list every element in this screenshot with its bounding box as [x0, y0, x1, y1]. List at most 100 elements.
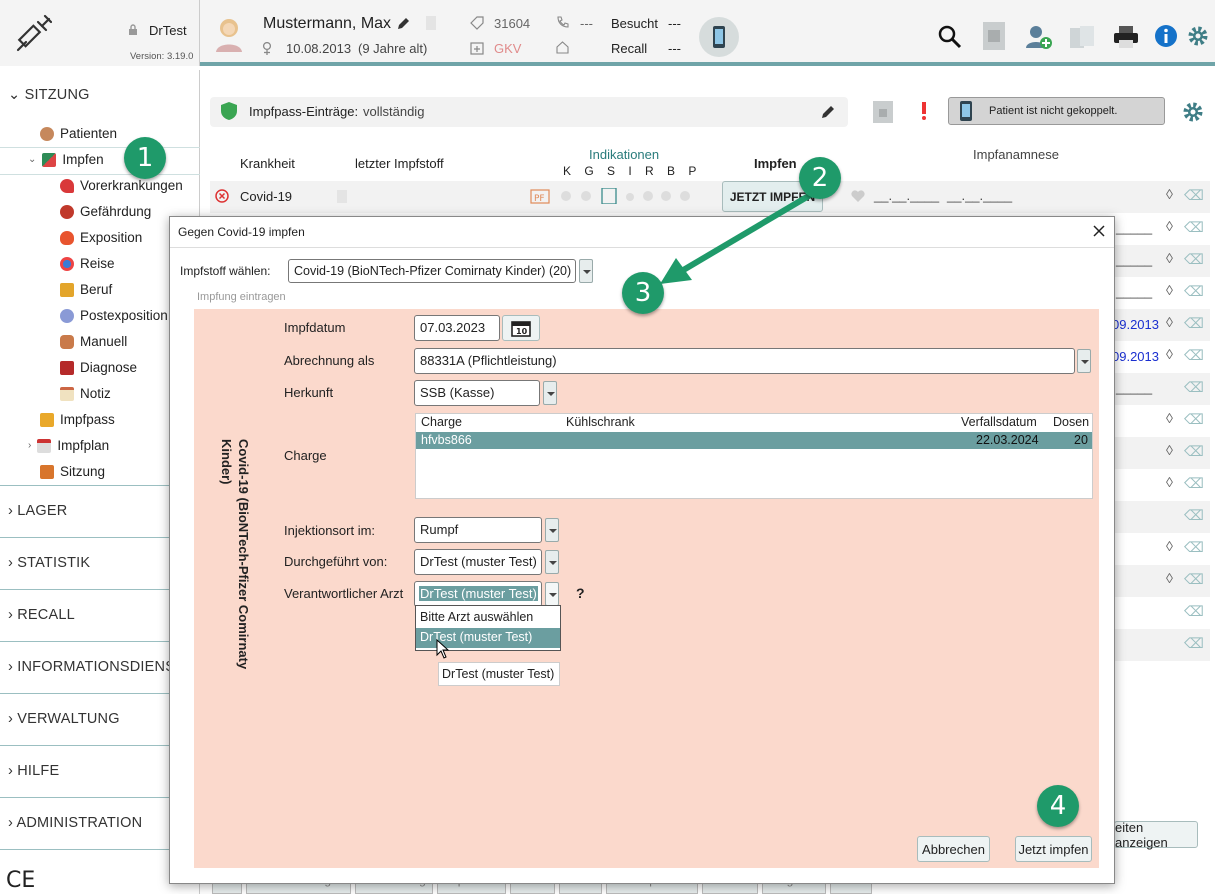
vaccination-form: Covid-19 (BioNTech-Pfizer Comirnaty Kind…: [194, 309, 1099, 868]
drop-icon[interactable]: ◊: [1166, 218, 1173, 234]
step-badge-4: 4: [1037, 785, 1079, 827]
clear-icon[interactable]: ⌫: [1184, 347, 1204, 364]
impfstoff-select[interactable]: Covid-19 (BioNTech-Pfizer Comirnaty Kind…: [288, 259, 576, 283]
drop-icon[interactable]: ◊: [1166, 250, 1173, 266]
drop-icon[interactable]: ◊: [1166, 282, 1173, 298]
mobile-device-button[interactable]: [699, 17, 739, 57]
lock-icon: [129, 24, 137, 35]
drop-icon[interactable]: ◊: [1166, 570, 1173, 586]
anamnese-date-1[interactable]: __.__.____: [874, 188, 939, 203]
drop-icon[interactable]: ◊: [1166, 442, 1173, 458]
sidebar-item-sitzung[interactable]: Sitzung: [40, 464, 105, 479]
col-impfanamnese: Impfanamnese: [973, 147, 1059, 162]
coupling-status-box[interactable]: Patient ist nicht gekoppelt.: [948, 97, 1165, 125]
search-icon[interactable]: [938, 25, 962, 49]
sidebar-item-patienten[interactable]: Patienten: [40, 126, 117, 141]
document-icon[interactable]: [873, 101, 893, 123]
clear-icon[interactable]: ⌫: [1184, 475, 1204, 492]
drop-icon[interactable]: ◊: [1166, 186, 1173, 202]
injektionsort-select[interactable]: Rumpf: [414, 517, 542, 543]
clear-icon[interactable]: ⌫: [1184, 379, 1204, 396]
impfstoff-dropdown-button[interactable]: [579, 259, 593, 283]
sidebar-item-manuell[interactable]: Manuell: [60, 334, 127, 349]
drop-icon[interactable]: ◊: [1166, 314, 1173, 330]
sidebar-item-impfpass[interactable]: Impfpass: [40, 412, 115, 427]
arzt-dropdown-button[interactable]: [545, 582, 559, 606]
hand-icon: [60, 334, 74, 349]
settings-icon[interactable]: [1181, 100, 1205, 124]
charge-cell: hfvbs866: [421, 433, 472, 447]
clear-icon[interactable]: ⌫: [1184, 507, 1204, 524]
sidebar-item-beruf[interactable]: Beruf: [60, 282, 112, 297]
charge-table-header: Charge Kühlschrank Verfallsdatum Dosen: [416, 414, 1092, 431]
clear-icon[interactable]: ⌫: [1184, 187, 1204, 204]
weitere-anzeigen-button[interactable]: eiten anzeigen: [1114, 820, 1198, 850]
impfpass-pf-icon[interactable]: PF: [530, 188, 550, 204]
edit-patient-icon[interactable]: [396, 17, 410, 31]
clear-icon[interactable]: ⌫: [1184, 411, 1204, 428]
sidebar-item-gefaehrdung[interactable]: Gefährdung: [60, 204, 151, 219]
clear-icon[interactable]: ⌫: [1184, 219, 1204, 236]
charge-label: Charge: [284, 448, 327, 463]
jetzt-impfen-confirm-button[interactable]: Jetzt impfen: [1015, 836, 1092, 862]
abrechnung-dropdown-button[interactable]: [1077, 349, 1091, 373]
drop-icon[interactable]: ◊: [1166, 410, 1173, 426]
sidebar-item-postexposition[interactable]: Postexposition: [60, 308, 168, 323]
sidebar-item-exposition[interactable]: Exposition: [60, 230, 142, 245]
shield-icon: [221, 102, 237, 120]
impfdatum-input[interactable]: 07.03.2023: [414, 315, 500, 341]
printer-icon[interactable]: [1114, 26, 1138, 48]
edit-impfpass-icon[interactable]: [820, 104, 836, 120]
clear-icon[interactable]: ⌫: [1184, 539, 1204, 556]
calendar-button[interactable]: 10: [502, 315, 540, 341]
help-mark[interactable]: ?: [576, 585, 585, 601]
heart-outline-icon[interactable]: [851, 190, 865, 202]
anamnese-date-value: 09.2013: [1112, 317, 1159, 332]
injektionsort-dropdown-button[interactable]: [545, 518, 559, 542]
sidebar-item-reise[interactable]: Reise: [60, 256, 115, 271]
table-row[interactable]: hfvbs866 22.03.2024 20: [416, 432, 1092, 449]
copy-icon[interactable]: [1068, 24, 1096, 50]
sidebar-item-impfplan[interactable]: › Impfplan: [28, 438, 109, 453]
document-icon[interactable]: [982, 21, 1006, 51]
drop-icon[interactable]: ◊: [1166, 474, 1173, 490]
anamnese-date-2[interactable]: __.__.____: [947, 188, 1012, 203]
sidebar-item-notiz[interactable]: Notiz: [60, 386, 111, 401]
dosen-header: Dosen: [1053, 415, 1090, 429]
remove-icon[interactable]: [215, 189, 229, 203]
globe-icon: [60, 256, 74, 271]
patient-age: (9 Jahre alt): [358, 41, 428, 56]
date-fragment: _____: [1116, 284, 1153, 299]
clear-icon[interactable]: ⌫: [1184, 315, 1204, 332]
abrechnung-select[interactable]: 88331A (Pflichtleistung): [414, 348, 1075, 374]
archive-icon[interactable]: [426, 16, 436, 30]
arzt-select[interactable]: DrTest (muster Test): [414, 581, 542, 607]
durchgefuehrt-select[interactable]: DrTest (muster Test): [414, 549, 542, 575]
avatar[interactable]: [213, 16, 245, 52]
close-icon[interactable]: [1093, 225, 1105, 237]
drop-icon[interactable]: ◊: [1166, 346, 1173, 362]
clear-icon[interactable]: ⌫: [1184, 283, 1204, 300]
abbrechen-button[interactable]: Abbrechen: [917, 836, 990, 862]
herkunft-dropdown-button[interactable]: [543, 381, 557, 405]
settings-icon[interactable]: [1186, 24, 1210, 48]
sidebar-item-vorerkrankungen[interactable]: Vorerkrankungen: [60, 178, 183, 193]
sidebar-item-diagnose[interactable]: Diagnose: [60, 360, 137, 375]
info-icon[interactable]: [1154, 24, 1178, 48]
syringe-logo-icon: [16, 14, 52, 52]
drop-icon[interactable]: ◊: [1166, 538, 1173, 554]
sidebar-item-impfen[interactable]: ⌄ Impfen: [28, 152, 104, 167]
clear-icon[interactable]: ⌫: [1184, 571, 1204, 588]
dropdown-option[interactable]: Bitte Arzt auswählen: [416, 608, 560, 627]
clear-icon[interactable]: ⌫: [1184, 443, 1204, 460]
add-patient-icon[interactable]: [1026, 24, 1052, 50]
arzt-label: Verantwortlicher Arzt: [284, 586, 404, 601]
besucht-value: ---: [668, 16, 681, 31]
clear-icon[interactable]: ⌫: [1184, 635, 1204, 652]
warning-icon[interactable]: [920, 102, 928, 120]
clear-icon[interactable]: ⌫: [1184, 251, 1204, 268]
herkunft-select[interactable]: SSB (Kasse): [414, 380, 540, 406]
durchgefuehrt-dropdown-button[interactable]: [545, 550, 559, 574]
sidebar-section-sitzung[interactable]: ⌄ SITZUNG: [0, 87, 200, 103]
clear-icon[interactable]: ⌫: [1184, 603, 1204, 620]
